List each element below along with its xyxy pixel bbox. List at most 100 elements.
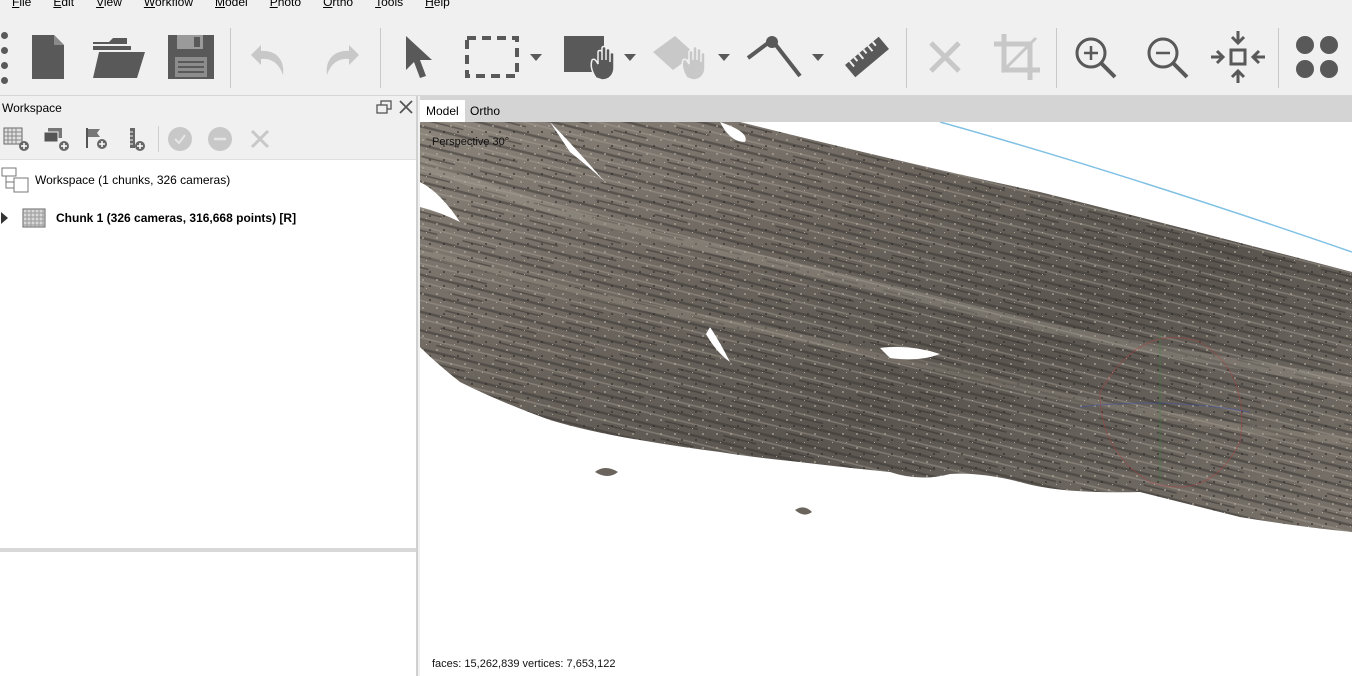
menu-help[interactable]: Help — [425, 0, 450, 15]
menu-model-key: M — [215, 0, 225, 9]
ruler-icon — [845, 36, 889, 78]
add-chunk-icon — [3, 127, 29, 151]
selection-dropdown[interactable] — [526, 18, 546, 96]
enable-check-icon — [168, 127, 192, 151]
3d-viewport[interactable]: Perspective 30° faces: 15,262,839 vertic… — [420, 122, 1352, 676]
menu-view[interactable]: View — [96, 0, 122, 15]
open-folder-icon — [93, 38, 145, 78]
workspace-tree-icon — [1, 167, 29, 193]
undo-icon — [251, 45, 284, 75]
disable-minus-icon — [208, 127, 232, 151]
toolbar-grip-handle[interactable] — [0, 32, 10, 84]
add-photos-button[interactable] — [42, 125, 70, 153]
more-button[interactable] — [1290, 18, 1344, 96]
menu-help-key: H — [425, 0, 434, 9]
menu-view-label: iew — [103, 0, 122, 9]
toolbar-separator — [380, 28, 381, 88]
disable-button[interactable] — [206, 125, 234, 153]
menu-workflow-label: orkflow — [154, 0, 193, 9]
zoom-in-button[interactable] — [1068, 18, 1122, 96]
save-icon — [168, 35, 214, 79]
toolbar-separator — [906, 28, 907, 88]
menu-photo-key: P — [269, 0, 278, 9]
menu-workflow[interactable]: Workflow — [144, 0, 193, 15]
measure-line-button[interactable] — [742, 18, 806, 96]
new-document-button[interactable] — [26, 18, 70, 96]
menu-view-key: V — [96, 0, 104, 9]
add-scalebar-icon — [130, 128, 145, 151]
close-pane-button[interactable] — [398, 99, 414, 118]
properties-pane — [0, 552, 416, 676]
rectangle-selection-icon — [465, 36, 519, 78]
resize-region-icon — [653, 36, 706, 81]
add-chunk-button[interactable] — [2, 125, 30, 153]
menu-edit[interactable]: Edit — [53, 0, 74, 15]
add-photos-icon — [43, 128, 69, 151]
menu-model[interactable]: Model — [215, 0, 248, 15]
view-tab-bar: Model Ortho — [420, 96, 1352, 122]
menu-ortho-label: rtho — [332, 0, 354, 9]
workspace-root-label: Workspace (1 chunks, 326 cameras) — [35, 173, 231, 187]
tab-ortho[interactable]: Ortho — [464, 100, 506, 122]
add-scalebar-button[interactable] — [122, 125, 150, 153]
remove-items-button[interactable] — [246, 125, 274, 153]
crop-selection-icon — [994, 34, 1040, 80]
delete-selection-icon — [929, 41, 961, 73]
tab-model[interactable]: Model — [420, 100, 465, 122]
menu-ortho[interactable]: Ortho — [323, 0, 353, 15]
reset-view-button[interactable] — [1206, 18, 1270, 96]
workspace-tree: Workspace (1 chunks, 326 cameras) Chunk … — [0, 160, 416, 544]
enable-button[interactable] — [166, 125, 194, 153]
chunk-item[interactable]: Chunk 1 (326 cameras, 316,668 points) [R… — [0, 204, 416, 232]
measure-line-dropdown[interactable] — [808, 18, 828, 96]
draw-shape-button[interactable] — [562, 18, 620, 96]
ruler-button[interactable] — [840, 18, 894, 96]
menu-photo[interactable]: Photo — [270, 0, 301, 15]
delete-selection-button[interactable] — [920, 18, 970, 96]
add-marker-icon — [86, 128, 107, 149]
main-toolbar — [0, 18, 1352, 96]
crop-selection-button[interactable] — [990, 18, 1044, 96]
workspace-pane: Workspace Workspace (1 chunks, 326 camer… — [0, 96, 418, 676]
dropdown-arrow-icon — [530, 54, 542, 61]
chunk-label: Chunk 1 (326 cameras, 316,668 points) [R… — [56, 211, 297, 225]
draw-shape-icon — [564, 36, 615, 81]
remove-x-icon — [250, 129, 270, 149]
redo-button[interactable] — [316, 18, 366, 96]
menu-workflow-key: W — [143, 0, 155, 9]
zoom-in-icon — [1075, 37, 1117, 79]
workspace-toolbar — [0, 118, 418, 160]
navigation-arrow-icon — [406, 36, 432, 78]
expand-arrow-icon[interactable] — [0, 211, 10, 225]
menu-photo-label: hoto — [277, 0, 302, 9]
workspace-title: Workspace — [2, 101, 62, 115]
pane-border[interactable] — [416, 96, 418, 676]
menu-model-label: odel — [225, 0, 248, 9]
ruler-line-icon — [746, 36, 802, 78]
toolbar-separator — [158, 126, 159, 152]
undo-button[interactable] — [244, 18, 294, 96]
zoom-out-button[interactable] — [1140, 18, 1194, 96]
model-view-area: Model Ortho Perspective 30° faces: 15,26… — [420, 96, 1352, 676]
menu-edit-label: dit — [61, 0, 75, 9]
more-icon — [1296, 36, 1338, 78]
workspace-header: Workspace — [0, 96, 418, 118]
open-button[interactable] — [90, 18, 148, 96]
float-pane-button[interactable] — [376, 100, 392, 117]
navigation-button[interactable] — [396, 18, 440, 96]
resize-region-button[interactable] — [648, 18, 710, 96]
resize-region-dropdown[interactable] — [714, 18, 734, 96]
menu-file[interactable]: File — [12, 0, 31, 15]
add-marker-button[interactable] — [82, 125, 110, 153]
menu-tools[interactable]: Tools — [375, 0, 403, 15]
perspective-label: Perspective 30° — [432, 136, 510, 148]
rock-terrain-model — [420, 122, 1352, 532]
workspace-root-item[interactable]: Workspace (1 chunks, 326 cameras) — [0, 166, 416, 194]
menu-ortho-key: O — [323, 0, 333, 9]
dropdown-arrow-icon — [718, 54, 730, 61]
draw-shape-dropdown[interactable] — [620, 18, 640, 96]
menu-tools-label: ools — [381, 0, 404, 9]
rectangle-selection-button[interactable] — [460, 18, 522, 96]
menu-file-label: ile — [19, 0, 32, 9]
save-button[interactable] — [164, 18, 218, 96]
